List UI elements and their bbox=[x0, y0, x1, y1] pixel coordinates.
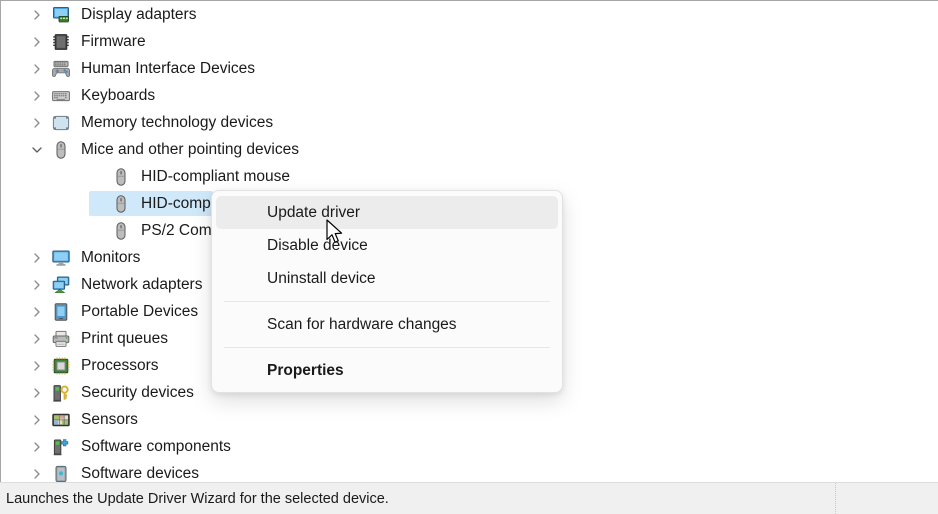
chevron-right-icon[interactable] bbox=[29, 252, 45, 264]
tree-item-label: HID-compliant mouse bbox=[141, 167, 291, 185]
chevron-right-icon[interactable] bbox=[29, 441, 45, 453]
tree-item-software-devices[interactable]: Software devices bbox=[1, 460, 938, 482]
tree-item-label: Display adapters bbox=[81, 5, 197, 23]
chevron-down-icon[interactable] bbox=[29, 144, 45, 156]
hid-gamepad-icon bbox=[51, 59, 71, 79]
chevron-right-icon[interactable] bbox=[29, 468, 45, 480]
software-component-icon bbox=[51, 437, 71, 457]
menu-item-scan-for-hardware-changes[interactable]: Scan for hardware changes bbox=[216, 308, 558, 341]
tree-item-label: Firmware bbox=[81, 32, 146, 50]
portable-device-icon bbox=[51, 302, 71, 322]
menu-separator bbox=[224, 347, 550, 348]
menu-item-disable-device[interactable]: Disable device bbox=[216, 229, 558, 262]
tree-item-display-adapters[interactable]: Display adapters bbox=[1, 1, 938, 28]
chevron-right-icon[interactable] bbox=[29, 414, 45, 426]
tree-item-label: Human Interface Devices bbox=[81, 59, 256, 77]
keyboard-icon bbox=[51, 86, 71, 106]
status-message: Launches the Update Driver Wizard for th… bbox=[0, 483, 836, 514]
tree-item-label: Portable Devices bbox=[81, 302, 199, 320]
tree-item-label: Sensors bbox=[81, 410, 138, 428]
display-adapter-icon bbox=[51, 5, 71, 25]
tree-item-human-interface-devices[interactable]: Human Interface Devices bbox=[1, 55, 938, 82]
mouse-icon bbox=[111, 221, 131, 241]
tree-item-label: Software devices bbox=[81, 464, 200, 482]
tree-item-label: Network adapters bbox=[81, 275, 203, 293]
chevron-right-icon[interactable] bbox=[29, 36, 45, 48]
tree-item-software-components[interactable]: Software components bbox=[1, 433, 938, 460]
device-manager-window: Display adapters Firmware Human Interface … bbox=[0, 0, 938, 514]
printer-icon bbox=[51, 329, 71, 349]
mouse-icon bbox=[51, 140, 71, 160]
chevron-right-icon[interactable] bbox=[29, 9, 45, 21]
context-menu[interactable]: Update driver Disable device Uninstall dev… bbox=[211, 190, 563, 393]
menu-item-properties[interactable]: Properties bbox=[216, 354, 558, 387]
status-bar: Launches the Update Driver Wizard for th… bbox=[0, 482, 938, 514]
chevron-right-icon[interactable] bbox=[29, 333, 45, 345]
tree-item-memory-technology-devices[interactable]: Memory technology devices bbox=[1, 109, 938, 136]
tree-item-keyboards[interactable]: Keyboards bbox=[1, 82, 938, 109]
chevron-right-icon[interactable] bbox=[29, 90, 45, 102]
sensor-icon bbox=[51, 410, 71, 430]
network-adapter-icon bbox=[51, 275, 71, 295]
tree-item-label: Processors bbox=[81, 356, 159, 374]
tree-item-firmware[interactable]: Firmware bbox=[1, 28, 938, 55]
chevron-right-icon[interactable] bbox=[29, 360, 45, 372]
tree-item-label: Security devices bbox=[81, 383, 194, 401]
tree-item-sensors[interactable]: Sensors bbox=[1, 406, 938, 433]
tree-item-label: Mice and other pointing devices bbox=[81, 140, 299, 158]
chevron-right-icon[interactable] bbox=[29, 279, 45, 291]
menu-item-uninstall-device[interactable]: Uninstall device bbox=[216, 262, 558, 295]
mouse-icon bbox=[111, 194, 131, 214]
software-device-icon bbox=[51, 464, 71, 483]
chevron-right-icon[interactable] bbox=[29, 306, 45, 318]
processor-icon bbox=[51, 356, 71, 376]
chevron-right-icon[interactable] bbox=[29, 387, 45, 399]
tree-item-label: Keyboards bbox=[81, 86, 156, 104]
tree-item-label: Print queues bbox=[81, 329, 169, 347]
mouse-icon bbox=[111, 167, 131, 187]
chevron-right-icon[interactable] bbox=[29, 117, 45, 129]
status-aux-segment bbox=[836, 483, 938, 514]
tree-item-label: Monitors bbox=[81, 248, 141, 266]
tree-item-mice-and-other-pointing-devices[interactable]: Mice and other pointing devices bbox=[1, 136, 938, 163]
memory-card-icon bbox=[51, 113, 71, 133]
security-device-icon bbox=[51, 383, 71, 403]
tree-item-hid-compliant-mouse[interactable]: HID-compliant mouse bbox=[1, 163, 938, 190]
menu-separator bbox=[224, 301, 550, 302]
menu-item-update-driver[interactable]: Update driver bbox=[216, 196, 558, 229]
tree-item-label: Software components bbox=[81, 437, 231, 455]
monitor-icon bbox=[51, 248, 71, 268]
tree-item-label: Memory technology devices bbox=[81, 113, 274, 131]
chevron-right-icon[interactable] bbox=[29, 63, 45, 75]
firmware-chip-icon bbox=[51, 32, 71, 52]
